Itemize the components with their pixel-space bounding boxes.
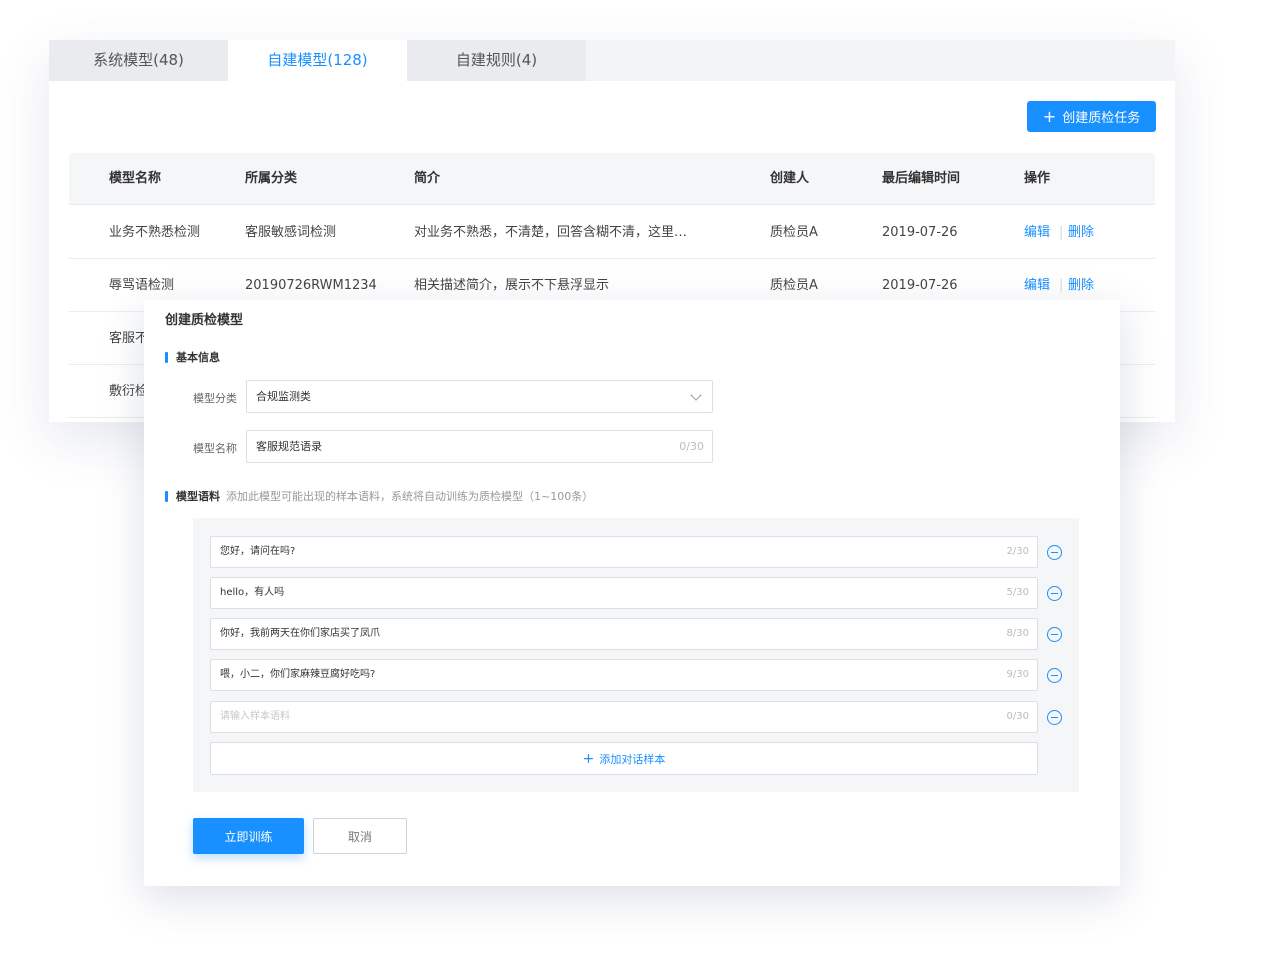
model-name-input[interactable]: 客服规范语录 0/30 [246,430,713,463]
plus-icon: + [582,750,595,767]
category-select[interactable]: 合规监测类 [246,380,713,413]
category-label: 模型分类 [193,392,237,405]
name-label: 模型名称 [193,442,237,455]
cell-name: 客服不 [109,331,149,346]
char-counter: 8/30 [1006,628,1029,639]
tab-system-models[interactable]: 系统模型(48) [49,40,228,81]
column-header-intro: 简介 [414,171,441,186]
column-header-time: 最后编辑时间 [882,171,961,186]
sample-text: 喂，小二，你们家麻辣豆腐好吃吗? [220,669,376,680]
cell-time: 2019-07-26 [882,225,958,240]
sample-placeholder: 请输入样本语料 [220,711,290,722]
create-model-modal: 创建质检模型 基本信息 模型分类 合规监测类 模型名称 客服规范语录 0/30 … [144,300,1120,886]
char-counter: 0/30 [679,440,704,453]
sample-input[interactable]: 您好，请问在吗? 2/30 [210,536,1038,568]
sample-input-empty[interactable]: 请输入样本语料 0/30 [210,701,1038,733]
char-counter: 9/30 [1006,669,1029,680]
sample-input[interactable]: 喂，小二，你们家麻辣豆腐好吃吗? 9/30 [210,659,1038,691]
cell-category: 客服敏感词检测 [245,225,337,240]
sample-input[interactable]: hello，有人吗 5/30 [210,577,1038,609]
category-select-value: 合规监测类 [256,390,311,403]
cell-intro: 对业务不熟悉，不清楚，回答含糊不清，这里… [414,225,688,240]
sample-text: 你好，我前两天在你们家店买了凤爪 [220,628,380,639]
remove-circle-icon[interactable] [1047,627,1062,642]
remove-circle-icon[interactable] [1047,668,1062,683]
add-sample-button[interactable]: + 添加对话样本 [210,742,1038,775]
section-marker [165,490,168,502]
section-title: 模型语料 [176,490,220,503]
tab-custom-rules[interactable]: 自建规则(4) [407,40,586,81]
sample-input[interactable]: 你好，我前两天在你们家店买了凤爪 8/30 [210,618,1038,650]
column-header-category: 所属分类 [245,171,298,186]
tab-bar: 系统模型(48) 自建模型(128) 自建规则(4) [49,40,1175,81]
modal-title: 创建质检模型 [165,313,244,328]
table-row: 业务不熟悉检测 客服敏感词检测 对业务不熟悉，不清楚，回答含糊不清，这里… 质检… [69,206,1155,259]
char-counter: 2/30 [1006,546,1029,557]
cancel-button[interactable]: 取消 [313,818,407,854]
cell-creator: 质检员A [770,225,818,240]
sample-text: 您好，请问在吗? [220,546,296,557]
corpus-hint: 添加此模型可能出现的样本语料，系统将自动训练为质检模型（1~100条） [226,490,594,503]
chevron-down-icon [690,389,702,401]
table-header: 模型名称 所属分类 简介 创建人 最后编辑时间 操作 [69,153,1155,205]
plus-icon: + [1042,106,1057,126]
tab-custom-models[interactable]: 自建模型(128) [228,40,407,81]
char-counter: 5/30 [1006,587,1029,598]
create-task-button[interactable]: + 创建质检任务 [1027,101,1156,132]
column-header-creator: 创建人 [770,171,810,186]
section-marker [165,351,168,363]
samples-container: 您好，请问在吗? 2/30 hello，有人吗 5/30 你好，我前两天在你们家… [193,518,1079,792]
basic-info-section: 基本信息 [165,349,220,365]
action-divider: | [1059,225,1064,240]
delete-link[interactable]: 删除 [1068,206,1094,259]
create-task-button-label: 创建质检任务 [1062,111,1141,126]
sample-text: hello，有人吗 [220,587,285,598]
edit-link[interactable]: 编辑 [1024,206,1050,259]
cell-name: 业务不熟悉检测 [109,225,201,240]
corpus-section: 模型语料 添加此模型可能出现的样本语料，系统将自动训练为质检模型（1~100条） [165,488,593,504]
remove-circle-icon[interactable] [1047,710,1062,725]
remove-circle-icon[interactable] [1047,586,1062,601]
add-sample-label: 添加对话样本 [599,752,666,766]
column-header-name: 模型名称 [109,171,162,186]
train-now-button[interactable]: 立即训练 [193,818,304,854]
char-counter: 0/30 [1006,711,1029,722]
cell-name: 敷衍检 [109,384,149,399]
section-title: 基本信息 [176,351,220,364]
model-name-value: 客服规范语录 [256,440,322,453]
remove-circle-icon[interactable] [1047,545,1062,560]
column-header-actions: 操作 [1024,171,1051,186]
